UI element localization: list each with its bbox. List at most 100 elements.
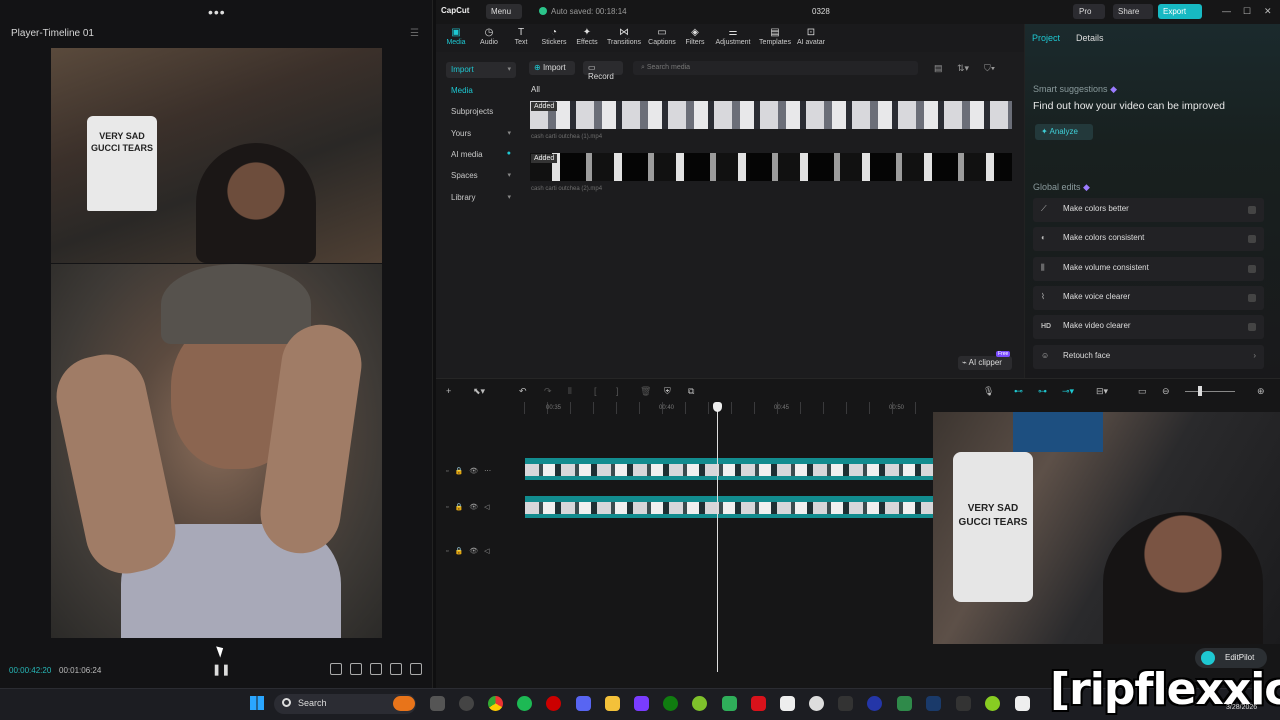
panel-handle-icon[interactable]: ••• bbox=[208, 4, 226, 20]
playhead-handle[interactable] bbox=[713, 402, 722, 412]
full-icon[interactable] bbox=[350, 663, 362, 675]
crop-icon[interactable] bbox=[330, 663, 342, 675]
capcut-icon[interactable] bbox=[1015, 696, 1030, 711]
app-icon[interactable] bbox=[634, 696, 649, 711]
zoom-out-icon[interactable]: ⊖ bbox=[1162, 386, 1170, 397]
global-edit-voice[interactable]: ⌇ Make voice clearer bbox=[1033, 286, 1264, 310]
ai-clipper-button[interactable]: ⌁ AI clipper bbox=[958, 356, 1012, 370]
tab-media[interactable]: ▣ Media bbox=[438, 27, 474, 46]
app-icon[interactable] bbox=[985, 696, 1000, 711]
delete-icon[interactable]: 🗑 bbox=[640, 386, 651, 397]
widget-icon[interactable] bbox=[393, 696, 415, 711]
tab-effects[interactable]: ✦ Effects bbox=[569, 27, 605, 46]
split-icon[interactable]: ⫴ bbox=[568, 386, 572, 397]
app-icon[interactable] bbox=[459, 696, 474, 711]
track-controls[interactable]: ▫🔒👁⋯ bbox=[446, 467, 497, 475]
global-edit-colors-consistent[interactable]: ◐ Make colors consistent bbox=[1033, 227, 1264, 251]
pro-button[interactable]: Pro bbox=[1073, 4, 1105, 19]
app-icon[interactable] bbox=[751, 696, 766, 711]
filter-all[interactable]: All bbox=[531, 85, 540, 94]
sidebar-item-library[interactable]: Library ▾ bbox=[446, 190, 516, 206]
sort-icon[interactable]: ⇅▾ bbox=[957, 63, 969, 74]
microphone-icon[interactable]: 🎙 bbox=[983, 386, 994, 397]
close-icon[interactable]: ✕ bbox=[1264, 6, 1272, 17]
redo-icon[interactable]: ↷ bbox=[544, 386, 552, 397]
list-view-icon[interactable]: ▤ bbox=[934, 63, 943, 74]
toggle-icon[interactable] bbox=[1248, 294, 1256, 302]
tab-stickers[interactable]: ◔ Stickers bbox=[536, 27, 572, 46]
toggle-icon[interactable] bbox=[1248, 206, 1256, 214]
sidebar-item-media[interactable]: Media bbox=[446, 83, 516, 99]
timeline-video-clip[interactable] bbox=[525, 496, 933, 518]
caption-icon[interactable]: ▭ bbox=[1138, 386, 1147, 397]
fullscreen-icon[interactable] bbox=[410, 663, 422, 675]
toggle-icon[interactable] bbox=[1248, 265, 1256, 273]
global-edit-video-clearer[interactable]: HD Make video clearer bbox=[1033, 315, 1264, 339]
timeline-ruler[interactable] bbox=[524, 402, 934, 414]
zoom-in-icon[interactable]: ⊕ bbox=[1257, 386, 1265, 397]
app-icon[interactable] bbox=[897, 696, 912, 711]
link-clips-icon[interactable]: ⊷ bbox=[1014, 386, 1023, 397]
chatgpt-icon[interactable] bbox=[809, 696, 824, 711]
app-icon[interactable] bbox=[722, 696, 737, 711]
tab-adjustment[interactable]: ⚌ Adjustment bbox=[715, 27, 751, 46]
add-track-icon[interactable]: + bbox=[446, 386, 451, 396]
discord-icon[interactable] bbox=[576, 696, 591, 711]
shield-icon[interactable]: ⛨ bbox=[664, 386, 671, 397]
global-edit-retouch-face[interactable]: ☺ Retouch face › bbox=[1033, 345, 1264, 369]
share-button[interactable]: Share bbox=[1113, 4, 1153, 19]
project-name[interactable]: 0328 bbox=[812, 7, 830, 16]
capcut-icon[interactable] bbox=[780, 696, 795, 711]
app-icon[interactable] bbox=[926, 696, 941, 711]
search-input[interactable]: ⌕ Search media bbox=[633, 61, 918, 75]
sidebar-item-import[interactable]: Import ▾ bbox=[446, 62, 516, 78]
tab-details[interactable]: Details bbox=[1076, 33, 1104, 43]
menu-button[interactable]: Menu bbox=[486, 4, 522, 19]
track-controls[interactable]: ▫🔒👁◁ bbox=[446, 503, 495, 511]
global-edit-volume[interactable]: ⫼ Make volume consistent bbox=[1033, 257, 1264, 281]
tab-audio[interactable]: ◷ Audio bbox=[471, 27, 507, 46]
media-clip-1[interactable] bbox=[530, 101, 1012, 129]
tab-captions[interactable]: ▭ Captions bbox=[644, 27, 680, 46]
toggle-icon[interactable] bbox=[1248, 235, 1256, 243]
sidebar-item-spaces[interactable]: Spaces ▾ bbox=[446, 168, 516, 184]
sidebar-item-subprojects[interactable]: Subprojects bbox=[446, 104, 516, 120]
pause-icon[interactable]: ❚❚ bbox=[212, 663, 230, 676]
tab-filters[interactable]: ◈ Filters bbox=[677, 27, 713, 46]
media-clip-2[interactable] bbox=[530, 153, 1012, 181]
app-icon[interactable] bbox=[692, 696, 707, 711]
app-icon[interactable] bbox=[867, 696, 882, 711]
folder-icon[interactable] bbox=[605, 696, 620, 711]
track-controls[interactable]: ▫🔒👁◁ bbox=[446, 547, 495, 555]
auto-reframe-icon[interactable]: ⧉ bbox=[688, 386, 694, 397]
preview-axis-icon[interactable]: ⊟▾ bbox=[1096, 386, 1108, 397]
import-button[interactable]: ⊕ Import bbox=[529, 61, 575, 75]
tab-transitions[interactable]: ⋈ Transitions bbox=[606, 27, 642, 46]
task-view-icon[interactable] bbox=[430, 696, 445, 711]
split-left-icon[interactable]: [ bbox=[594, 386, 597, 396]
windows-start-icon[interactable] bbox=[250, 696, 264, 710]
snap-icon[interactable]: ⊸▾ bbox=[1062, 386, 1074, 397]
toggle-icon[interactable] bbox=[1248, 323, 1256, 331]
tab-templates[interactable]: ▤ Templates bbox=[757, 27, 793, 46]
analyze-button[interactable]: ✦ Analyze bbox=[1035, 124, 1093, 140]
timeline-video-clip[interactable] bbox=[525, 458, 933, 480]
minimize-icon[interactable]: — bbox=[1222, 6, 1231, 16]
chrome-icon[interactable] bbox=[488, 696, 503, 711]
record-button[interactable]: ▭ Record bbox=[583, 61, 623, 81]
split-right-icon[interactable]: ] bbox=[616, 386, 619, 396]
zoom-handle[interactable] bbox=[1198, 386, 1202, 396]
playhead[interactable] bbox=[717, 402, 718, 672]
sidebar-item-ai-media[interactable]: AI media ● bbox=[446, 147, 516, 163]
app-icon[interactable] bbox=[838, 696, 853, 711]
global-edit-colors-better[interactable]: ⟋ Make colors better bbox=[1033, 198, 1264, 222]
ratio-icon[interactable] bbox=[390, 663, 402, 675]
zoom-slider[interactable] bbox=[1185, 391, 1235, 392]
sidebar-item-yours[interactable]: Yours ▾ bbox=[446, 126, 516, 142]
magnet-icon[interactable]: ⊶ bbox=[1038, 386, 1047, 397]
tab-project[interactable]: Project bbox=[1032, 33, 1060, 43]
fit-icon[interactable] bbox=[370, 663, 382, 675]
xbox-icon[interactable] bbox=[663, 696, 678, 711]
player-menu-icon[interactable]: ☰ bbox=[410, 28, 419, 39]
opera-icon[interactable] bbox=[546, 696, 561, 711]
